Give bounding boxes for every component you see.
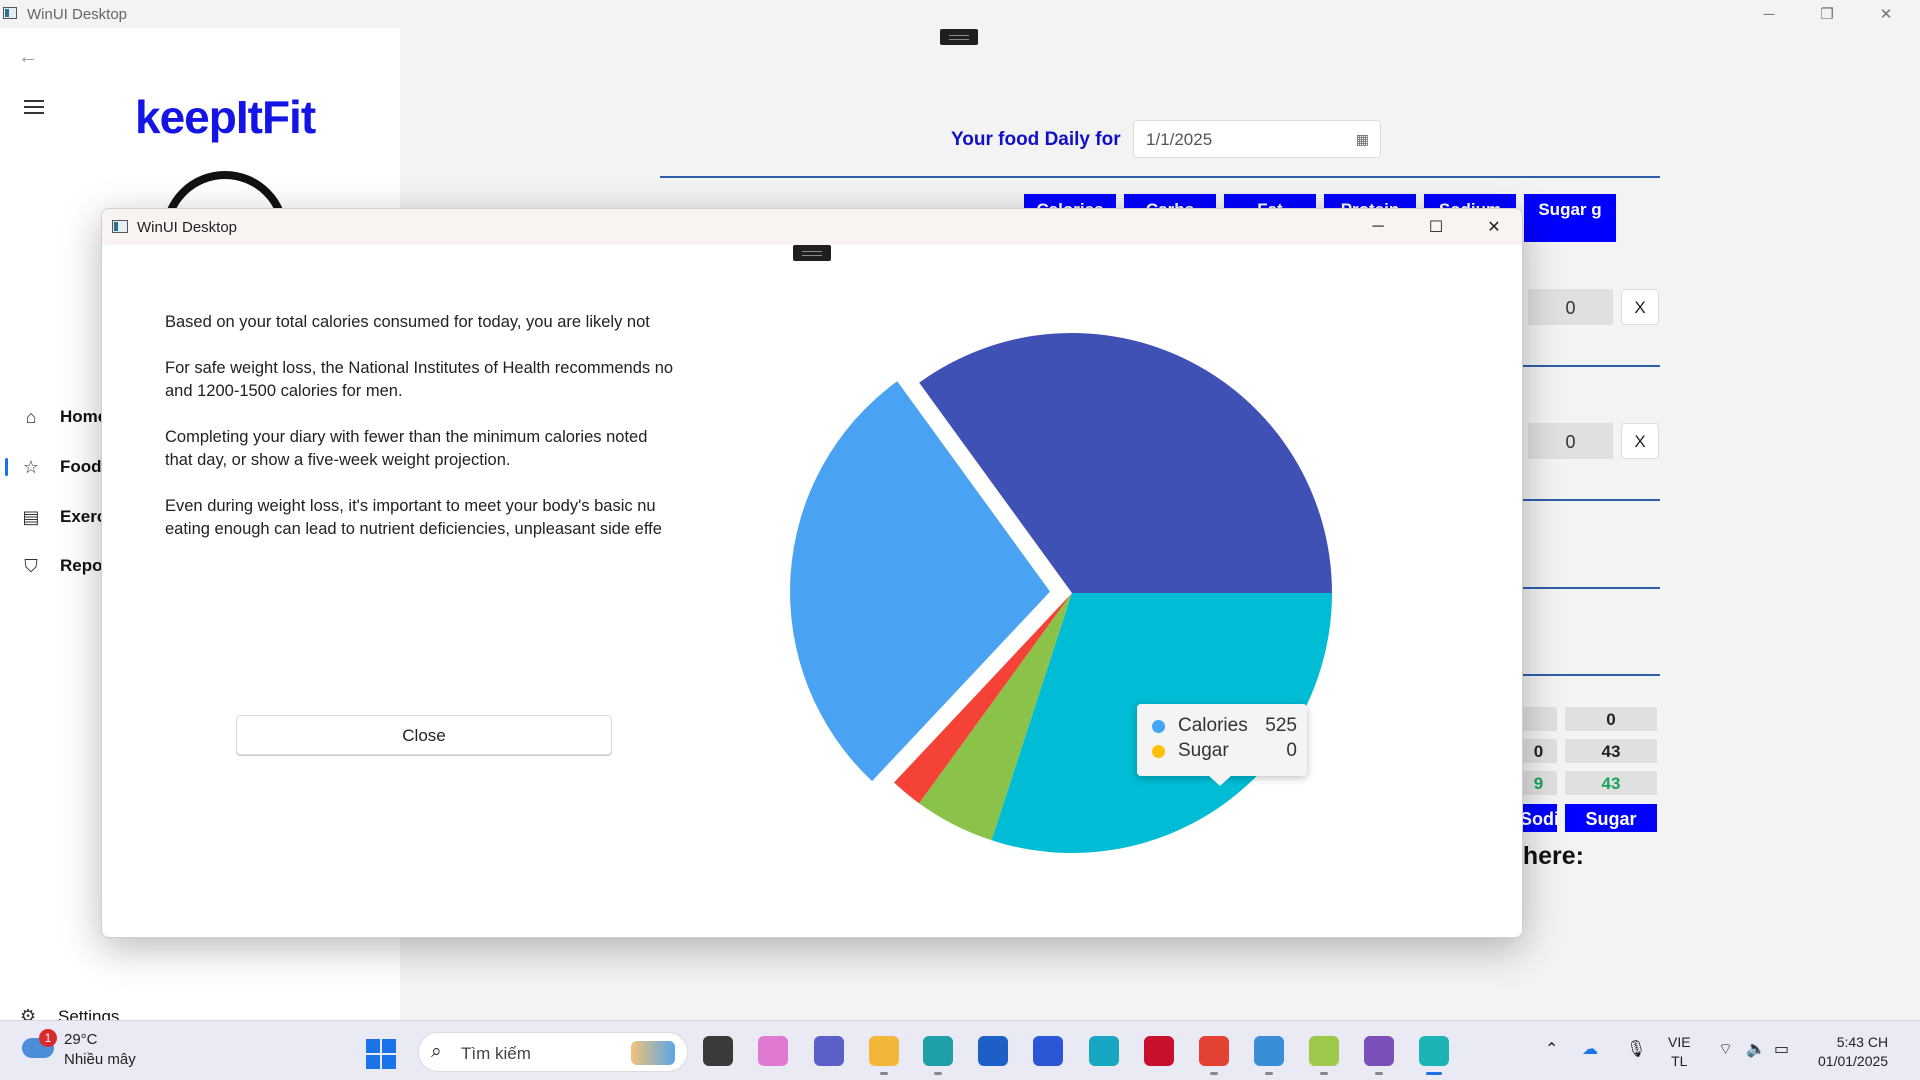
weather-description[interactable]: Nhiều mây <box>64 1051 136 1068</box>
summary-cell: 9 <box>1520 771 1557 795</box>
nav-item-exercise[interactable]: ▤ Exercise <box>0 497 129 537</box>
summary-cell: 43 <box>1565 771 1657 795</box>
taskbar-search[interactable]: ⌕ Tìm kiếm <box>418 1032 688 1072</box>
star-icon: ☆ <box>22 456 40 477</box>
file-explorer-icon[interactable] <box>869 1036 899 1075</box>
app-icon[interactable] <box>1254 1036 1284 1075</box>
remove-row-button[interactable]: X <box>1621 289 1659 325</box>
windows-logo-icon <box>382 1055 396 1069</box>
exercise-icon: ▤ <box>22 506 40 527</box>
clock-date: 01/01/2025 <box>1818 1053 1889 1069</box>
summary-cell <box>1520 707 1557 731</box>
divider <box>1520 587 1660 589</box>
hamburger-menu-icon[interactable] <box>24 100 44 114</box>
windows-logo-icon <box>382 1039 396 1053</box>
visual-studio-icon[interactable] <box>1364 1036 1394 1075</box>
input-method: TL <box>1671 1053 1688 1069</box>
column-header-sugar: Sugar g <box>1524 194 1616 242</box>
nav-item-food[interactable]: ☆ Food <box>0 447 102 487</box>
divider <box>1520 499 1660 501</box>
taskbar: 1 29°C Nhiều mây ⌕ Tìm kiếm ⌃ ☁ 🎙 VIE TL… <box>0 1020 1920 1080</box>
nav-item-label: Food <box>60 457 102 476</box>
tooltip-label: Sugar <box>1178 740 1229 761</box>
system-clock[interactable]: 5:43 CH 01/01/2025 <box>1818 1033 1888 1071</box>
back-arrow-icon[interactable]: ← <box>18 46 38 69</box>
main-window-title: WinUI Desktop <box>27 6 128 23</box>
volume-icon[interactable]: 🔈 <box>1746 1039 1766 1059</box>
language-code: VIE <box>1668 1034 1691 1050</box>
search-placeholder: Tìm kiếm <box>461 1044 531 1063</box>
chrome-icon[interactable] <box>1199 1036 1229 1075</box>
dialog-window: WinUI Desktop ─ ☐ ✕ Based on your total … <box>101 208 1523 938</box>
weather-temperature[interactable]: 29°C <box>64 1031 98 1048</box>
divider <box>1520 365 1660 367</box>
start-button[interactable] <box>366 1039 396 1069</box>
edge-icon[interactable] <box>923 1036 953 1075</box>
summary-cell: 0 <box>1520 739 1557 763</box>
battery-icon[interactable]: ▭ <box>1774 1039 1789 1059</box>
microphone-icon[interactable]: 🎙 <box>1626 1039 1646 1059</box>
language-indicator[interactable]: VIE TL <box>1668 1033 1691 1071</box>
shield-icon: ⛉ <box>24 555 38 576</box>
nav-item-report[interactable]: ⛉ Report <box>0 546 115 586</box>
food-daily-label: Your food Daily for <box>951 129 1121 150</box>
minimize-button[interactable]: ─ <box>1740 0 1798 28</box>
remove-row-button[interactable]: X <box>1621 423 1659 459</box>
summary-footer-sugar: Sugar <box>1565 804 1657 832</box>
wifi-icon[interactable]: ⌔ <box>1718 1039 1733 1059</box>
summary-cell: 43 <box>1565 739 1657 763</box>
winui-app-icon[interactable] <box>1419 1036 1449 1075</box>
divider <box>1520 674 1660 676</box>
nav-item-home[interactable]: ⌂ Home <box>0 397 108 437</box>
date-value: 1/1/2025 <box>1146 130 1213 149</box>
app-logo: keepItFit <box>135 91 316 143</box>
task-view-icon[interactable] <box>703 1036 733 1066</box>
chart-tooltip: Calories 525 Sugar 0 <box>1137 704 1307 786</box>
copilot-icon[interactable] <box>758 1036 788 1066</box>
tooltip-calories-dot <box>1152 720 1165 733</box>
tooltip-value: 525 <box>1265 715 1297 736</box>
pie-chart[interactable] <box>102 209 1523 938</box>
clock-time: 5:43 CH <box>1836 1034 1889 1050</box>
mcafee-icon[interactable] <box>1144 1036 1174 1066</box>
tooltip-label: Calories <box>1178 715 1248 736</box>
divider <box>660 176 1660 178</box>
app-window-icon <box>3 7 17 19</box>
food-row-sugar-value: 0 <box>1528 423 1613 459</box>
app-icon[interactable] <box>1309 1036 1339 1075</box>
teams-icon[interactable] <box>814 1036 844 1066</box>
home-icon: ⌂ <box>25 406 37 427</box>
app-icon[interactable] <box>1089 1036 1119 1066</box>
search-highlight-image <box>631 1041 675 1065</box>
calendar-icon: ▦ <box>1355 131 1369 147</box>
tooltip-sugar-dot <box>1152 745 1165 758</box>
store-icon[interactable] <box>978 1036 1008 1066</box>
main-titlebar[interactable]: WinUI Desktop ─ ❐ ✕ <box>0 0 1920 28</box>
drag-handle[interactable] <box>940 29 978 45</box>
onedrive-icon[interactable]: ☁ <box>1582 1039 1598 1059</box>
tooltip-row: Calories 525 <box>1152 714 1297 738</box>
notification-badge: 1 <box>39 1029 57 1047</box>
windows-logo-icon <box>366 1039 380 1053</box>
search-icon: ⌕ <box>431 1041 442 1062</box>
summary-footer-sodium: Sodium <box>1520 804 1557 832</box>
chevron-up-icon[interactable]: ⌃ <box>1545 1039 1558 1059</box>
windows-logo-icon <box>366 1055 380 1069</box>
food-row-sugar-value: 0 <box>1528 289 1613 325</box>
date-picker[interactable]: 1/1/2025 ▦ <box>1133 120 1381 158</box>
app-icon[interactable] <box>1033 1036 1063 1066</box>
tooltip-row: Sugar 0 <box>1152 739 1297 763</box>
close-window-button[interactable]: ✕ <box>1857 0 1915 28</box>
restore-button[interactable]: ❐ <box>1798 0 1856 28</box>
tooltip-value: 0 <box>1286 740 1297 761</box>
summary-cell: 0 <box>1565 707 1657 731</box>
